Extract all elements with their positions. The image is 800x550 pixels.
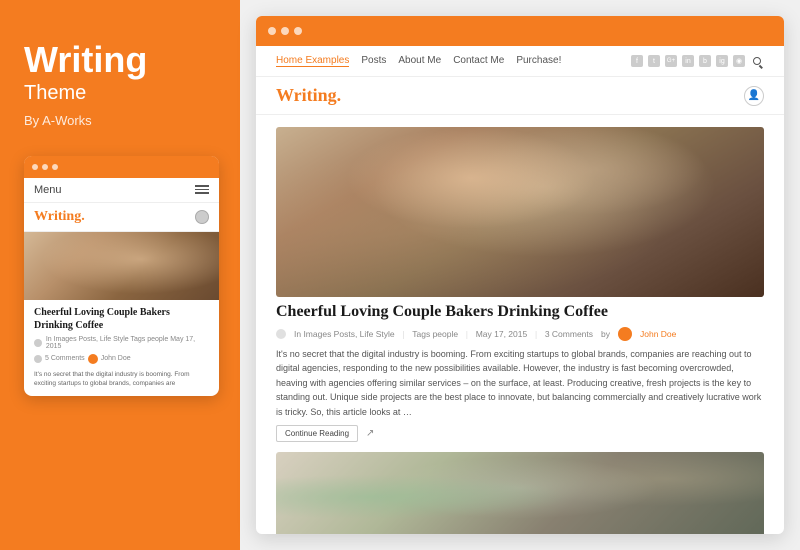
social-linkedin-icon[interactable]: in	[682, 55, 694, 67]
article-actions: Continue Reading ↗	[276, 425, 764, 442]
article-date: May 17, 2015	[476, 329, 528, 339]
mobile-dot-3	[52, 164, 58, 170]
mobile-hero-image	[24, 232, 219, 300]
social-facebook-icon[interactable]: f	[631, 55, 643, 67]
desktop-site-header: Writing. 👤	[256, 77, 784, 115]
hamburger-icon[interactable]	[195, 185, 209, 194]
mobile-author-avatar	[88, 354, 98, 364]
couple-overlay	[276, 127, 764, 297]
article-category-text: In Images Posts, Life Style	[294, 329, 395, 339]
author-name: John Doe	[640, 329, 676, 339]
social-instagram-icon[interactable]: ig	[716, 55, 728, 67]
mobile-author: 5 Comments John Doe	[24, 352, 219, 368]
theme-author: By A-Works	[24, 113, 216, 128]
desktop-dot-3	[294, 27, 302, 35]
desktop-user-icon[interactable]: 👤	[744, 86, 764, 106]
left-panel: Writing Theme By A-Works Menu Writing.	[0, 0, 240, 550]
mobile-hero-image-inner	[24, 232, 219, 300]
nav-link-contact[interactable]: Contact Me	[453, 55, 504, 67]
social-blog-icon[interactable]: b	[699, 55, 711, 67]
social-twitter-icon[interactable]: t	[648, 55, 660, 67]
article-title: Cheerful Loving Couple Bakers Drinking C…	[276, 303, 764, 321]
continue-reading-button[interactable]: Continue Reading	[276, 425, 358, 442]
mobile-preview: Menu Writing. Cheerful Loving Couple Bak…	[24, 156, 219, 396]
nav-link-home[interactable]: Home Examples	[276, 55, 349, 67]
nav-link-purchase[interactable]: Purchase!	[516, 55, 561, 67]
article-body: It's no secret that the digital industry…	[276, 347, 764, 419]
mobile-logo-bar: Writing.	[24, 203, 219, 232]
mobile-meta-icon	[34, 339, 42, 347]
nav-link-posts[interactable]: Posts	[361, 55, 386, 67]
desktop-window: Home Examples Posts About Me Contact Me …	[256, 16, 784, 534]
right-panel: Home Examples Posts About Me Contact Me …	[240, 0, 800, 550]
nav-link-about[interactable]: About Me	[398, 55, 441, 67]
mobile-body-text: It's no secret that the digital industry…	[24, 368, 219, 396]
desktop-nav: Home Examples Posts About Me Contact Me …	[256, 46, 784, 77]
search-icon[interactable]	[750, 54, 764, 68]
desktop-main: Cheerful Loving Couple Bakers Drinking C…	[256, 115, 784, 534]
mobile-article-meta: In Images Posts, Life Style Tags people …	[24, 334, 219, 352]
search-circle	[753, 57, 761, 65]
article-hero-image	[276, 127, 764, 297]
article-hero-2-image	[276, 452, 764, 534]
desktop-dot-1	[268, 27, 276, 35]
social-google-icon[interactable]: G+	[665, 55, 677, 67]
mobile-dot-2	[42, 164, 48, 170]
theme-subtitle: Theme	[24, 82, 216, 105]
hamburger-line-2	[195, 189, 209, 191]
desktop-logo: Writing.	[276, 85, 341, 106]
hamburger-line-3	[195, 192, 209, 194]
mobile-author-name: John Doe	[101, 355, 131, 362]
mobile-top-bar	[24, 156, 219, 178]
desktop-content: Home Examples Posts About Me Contact Me …	[256, 46, 784, 534]
article-hero-2-img-bg	[276, 452, 764, 534]
mobile-dot-1	[32, 164, 38, 170]
mobile-logo: Writing.	[34, 209, 85, 225]
desktop-dot-2	[281, 27, 289, 35]
mobile-comments-icon	[34, 355, 42, 363]
mobile-nav: Menu	[24, 178, 219, 203]
article-category-icon	[276, 329, 286, 339]
mobile-menu-label: Menu	[34, 184, 62, 196]
theme-title-block: Writing Theme By A-Works	[24, 40, 216, 128]
article-card-2	[276, 452, 764, 534]
desktop-top-bar	[256, 16, 784, 46]
share-icon[interactable]: ↗	[366, 428, 374, 439]
mobile-comments-text: 5 Comments	[45, 355, 85, 362]
author-avatar	[618, 327, 632, 341]
mobile-meta-text: In Images Posts, Life Style Tags people …	[46, 336, 209, 350]
article-tags-text: Tags people	[412, 329, 458, 339]
article-meta-row: In Images Posts, Life Style | Tags peopl…	[276, 327, 764, 341]
article-card-1: Cheerful Loving Couple Bakers Drinking C…	[276, 127, 764, 442]
article-comments: 3 Comments	[545, 329, 593, 339]
social-rss-icon[interactable]: ◉	[733, 55, 745, 67]
mobile-user-icon[interactable]	[195, 210, 209, 224]
hamburger-line-1	[195, 185, 209, 187]
mobile-article-title: Cheerful Loving Couple Bakers Drinking C…	[24, 300, 219, 334]
theme-name: Writing	[24, 40, 216, 80]
desktop-nav-links: Home Examples Posts About Me Contact Me …	[276, 55, 561, 67]
desktop-nav-social: f t G+ in b ig ◉	[631, 54, 764, 68]
